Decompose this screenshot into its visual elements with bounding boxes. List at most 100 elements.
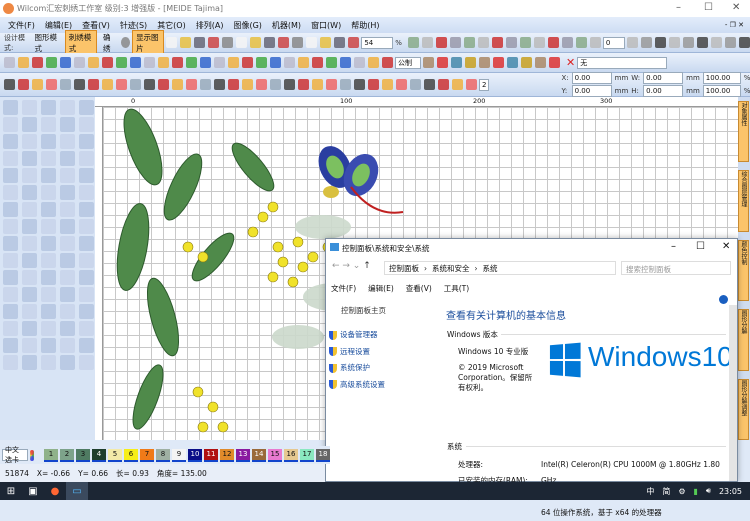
battery-icon[interactable]: ▮ [693, 487, 697, 496]
drawing-tool-icon[interactable] [79, 355, 94, 370]
stitch-type-icon[interactable] [18, 79, 29, 90]
drawing-tool-icon[interactable] [41, 117, 56, 132]
cp-minimize-button[interactable]: – [671, 241, 676, 252]
color-swatch[interactable]: 12 [220, 448, 234, 462]
object-tool-icon[interactable] [521, 57, 532, 68]
help-icon[interactable] [719, 295, 728, 304]
drawing-tool-icon[interactable] [79, 151, 94, 166]
drawing-tool-icon[interactable] [3, 100, 18, 115]
stitch-type-icon[interactable] [200, 79, 211, 90]
stitch-type-icon[interactable] [172, 79, 183, 90]
drawing-tool-icon[interactable] [22, 270, 37, 285]
color-swatch[interactable]: 16 [284, 448, 298, 462]
toolbar-tool-icon[interactable] [208, 37, 220, 48]
edit-tool-icon[interactable] [130, 57, 141, 68]
drawing-tool-icon[interactable] [79, 253, 94, 268]
drawing-tool-icon[interactable] [22, 236, 37, 251]
needle-tool-icon[interactable] [641, 37, 653, 48]
drawing-tool-icon[interactable] [3, 355, 18, 370]
drawing-tool-icon[interactable] [60, 134, 75, 149]
start-button[interactable]: ⊞ [0, 482, 22, 500]
edit-tool-icon[interactable] [298, 57, 309, 68]
cp-scrollbar[interactable] [729, 305, 737, 481]
drawing-tool-icon[interactable] [3, 253, 18, 268]
system-protection-link[interactable]: 系统保护 [340, 363, 370, 372]
view-tool-icon[interactable] [435, 37, 447, 48]
edit-tool-icon[interactable] [116, 57, 127, 68]
color-swatch[interactable]: 5 [108, 448, 122, 462]
stitch-type-icon[interactable] [88, 79, 99, 90]
embroidery-mode-button[interactable]: 刺绣模式 [64, 29, 98, 56]
stitch-type-icon[interactable] [452, 79, 463, 90]
drawing-tool-icon[interactable] [79, 287, 94, 302]
drawing-tool-icon[interactable] [60, 117, 75, 132]
drawing-tool-icon[interactable] [41, 185, 56, 200]
color-swatch[interactable]: 3 [76, 448, 90, 462]
object-tool-icon[interactable] [437, 57, 448, 68]
drawing-tool-icon[interactable] [79, 338, 94, 353]
crumb-system-security[interactable]: 系统和安全 [432, 263, 470, 274]
drawing-tool-icon[interactable] [3, 270, 18, 285]
scale-y-input[interactable]: 100.00 [702, 85, 741, 97]
drawing-tool-icon[interactable] [22, 338, 37, 353]
stitch-button[interactable]: 确绣 [99, 30, 119, 56]
needle-tool-icon[interactable] [683, 37, 695, 48]
child-window-controls[interactable]: - ❐ ✕ [725, 21, 744, 29]
toolbar-tool-icon[interactable] [306, 37, 318, 48]
drawing-tool-icon[interactable] [60, 253, 75, 268]
edit-tool-icon[interactable] [32, 57, 43, 68]
toolbar-tool-icon[interactable] [166, 37, 178, 48]
stitch-type-icon[interactable] [326, 79, 337, 90]
store-icon[interactable]: ▣ [22, 482, 44, 500]
menu-machine[interactable]: 机器(M) [272, 20, 301, 31]
drawing-tool-icon[interactable] [41, 270, 56, 285]
drawing-tool-icon[interactable] [60, 202, 75, 217]
h-input[interactable]: 0.00 [643, 85, 684, 97]
object-tool-icon[interactable] [549, 57, 560, 68]
stitch-type-icon[interactable] [74, 79, 85, 90]
toolbar-tool-icon[interactable] [348, 37, 360, 48]
edit-tool-icon[interactable] [256, 57, 267, 68]
color-swatch[interactable]: 6 [124, 448, 138, 462]
count-input[interactable]: 2 [479, 78, 490, 91]
menu-arrange[interactable]: 排列(A) [196, 20, 224, 31]
advanced-settings-link[interactable]: 高级系统设置 [340, 380, 385, 389]
w-input[interactable]: 0.00 [643, 72, 684, 84]
drawing-tool-icon[interactable] [79, 321, 94, 336]
drawing-tool-icon[interactable] [60, 185, 75, 200]
object-tool-icon[interactable] [465, 57, 476, 68]
view-tool-icon[interactable] [519, 37, 531, 48]
toolbar-tool-icon[interactable] [292, 37, 304, 48]
edit-tool-icon[interactable] [284, 57, 295, 68]
drawing-tool-icon[interactable] [79, 117, 94, 132]
drawing-tool-icon[interactable] [22, 355, 37, 370]
drawing-tool-icon[interactable] [79, 134, 94, 149]
device-manager-link[interactable]: 设备管理器 [340, 330, 378, 339]
drawing-tool-icon[interactable] [79, 185, 94, 200]
stitch-type-icon[interactable] [158, 79, 169, 90]
stitch-type-icon[interactable] [270, 79, 281, 90]
edit-tool-icon[interactable] [158, 57, 169, 68]
drawing-tool-icon[interactable] [60, 219, 75, 234]
drawing-tool-icon[interactable] [22, 151, 37, 166]
drawing-tool-icon[interactable] [79, 219, 94, 234]
needle-tool-icon[interactable] [725, 37, 737, 48]
drawing-tool-icon[interactable] [79, 100, 94, 115]
drawing-tool-icon[interactable] [3, 304, 18, 319]
ime-indicator[interactable]: 中 [646, 486, 654, 497]
stitch-type-icon[interactable] [116, 79, 127, 90]
side-tab-object-properties[interactable]: 对象属性 [738, 101, 749, 163]
drawing-tool-icon[interactable] [41, 355, 56, 370]
crumb-system[interactable]: 系统 [483, 263, 498, 274]
edit-tool-icon[interactable] [172, 57, 183, 68]
stitch-type-icon[interactable] [130, 79, 141, 90]
cp-close-button[interactable]: ✕ [722, 241, 730, 252]
drawing-tool-icon[interactable] [41, 287, 56, 302]
edit-tool-icon[interactable] [242, 57, 253, 68]
drawing-tool-icon[interactable] [41, 151, 56, 166]
cp-address-bar[interactable]: 控制面板 › 系统和安全 › 系统 [384, 261, 616, 275]
drawing-tool-icon[interactable] [3, 236, 18, 251]
view-tool-icon[interactable] [547, 37, 559, 48]
settings-icon[interactable]: ⚙ [678, 487, 685, 496]
edit-tool-icon[interactable] [144, 57, 155, 68]
